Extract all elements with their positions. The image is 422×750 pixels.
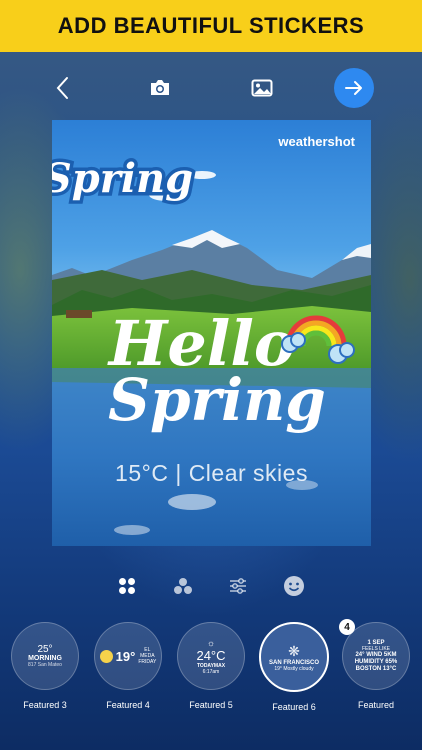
count-badge: 4 — [339, 619, 355, 635]
spring-sticker[interactable]: Spring — [52, 152, 197, 206]
gallery-button[interactable] — [240, 66, 284, 110]
sticker-time: 6:17am — [202, 668, 220, 675]
tab-shapes[interactable] — [169, 572, 197, 600]
arrow-right-icon — [345, 81, 362, 95]
weather-caption[interactable]: 15°C | Clear skies — [52, 460, 371, 487]
partly-cloudy-icon: ☼ — [206, 637, 216, 648]
sticker-featured-7[interactable]: 4 1 SEP FEELS LIKE 24° WIND 5KM HUMIDITY… — [334, 619, 418, 710]
sticker-featured-4[interactable]: 19° EL MEDA FRIDAY Featured 4 — [86, 622, 170, 710]
grid-dots-icon — [119, 578, 135, 594]
chevron-left-icon — [56, 77, 68, 99]
sliders-icon — [230, 578, 246, 594]
smiley-icon — [99, 649, 113, 663]
sticker-thumbnail: 25° MORNING 817 San Mateo — [11, 622, 79, 690]
next-button[interactable] — [334, 68, 374, 108]
tab-adjust[interactable] — [224, 572, 252, 600]
sticker-label: Featured 3 — [23, 700, 67, 710]
hello-spring-sticker[interactable]: Hello Spring — [107, 307, 355, 434]
sticker-label: Featured 5 — [189, 700, 233, 710]
sticker-featured-3[interactable]: 25° MORNING 817 San Mateo Featured 3 — [3, 622, 87, 710]
sticker-carousel[interactable]: 25° MORNING 817 San Mateo Featured 3 19°… — [0, 619, 422, 722]
sticker-label: Featured 6 — [272, 702, 316, 712]
sticker-featured-6[interactable]: ❋ SAN FRANCISCO 19° Mostly cloudy Featur… — [252, 622, 336, 712]
image-icon — [251, 79, 273, 97]
camera-button[interactable] — [138, 66, 182, 110]
sticker-thumbnail: 19° EL MEDA FRIDAY — [94, 622, 162, 690]
smiley-icon — [284, 576, 304, 596]
sticker-category-tabs — [0, 572, 422, 600]
promo-banner: ADD BEAUTIFUL STICKERS — [0, 0, 422, 52]
camera-icon — [151, 80, 169, 95]
sticker-temp: 25° — [37, 644, 53, 655]
sticker-condition: 19° Mostly cloudy — [274, 665, 314, 672]
sticker-temp: 24°C — [196, 647, 226, 663]
brand-logo: weathershot — [278, 134, 355, 149]
back-button[interactable] — [40, 66, 84, 110]
sticker-thumbnail: ☼ 24°C TODAYMAX 6:17am — [177, 622, 245, 690]
spring-sticker-text: Spring — [52, 155, 193, 202]
editor-toolbar — [0, 66, 422, 110]
sticker-temp: 19° — [115, 648, 136, 664]
sticker-details: 24° WIND 5KM HUMIDITY 65% BOSTON 13°C — [354, 651, 398, 672]
sticker-day: EL MEDA FRIDAY — [138, 647, 157, 665]
spring-text: Spring — [108, 366, 326, 434]
sticker-thumbnail: ❋ SAN FRANCISCO 19° Mostly cloudy — [259, 622, 329, 692]
sticker-location: 817 San Mateo — [28, 662, 62, 668]
photo-preview[interactable]: Spring Hello Spring weathershot 15°C | C… — [52, 120, 371, 546]
butterfly-icon: ❋ — [288, 642, 300, 659]
circles-icon — [174, 578, 192, 594]
sticker-featured-5[interactable]: ☼ 24°C TODAYMAX 6:17am Featured 5 — [169, 622, 253, 710]
tab-emoji[interactable] — [280, 572, 308, 600]
sticker-label: Featured 4 — [106, 700, 150, 710]
tab-featured[interactable] — [113, 572, 141, 600]
banner-title: ADD BEAUTIFUL STICKERS — [57, 13, 365, 38]
sticker-label: Featured — [357, 700, 395, 710]
sticker-thumbnail: 4 1 SEP FEELS LIKE 24° WIND 5KM HUMIDITY… — [339, 619, 410, 690]
sticker-time: MORNING — [28, 655, 62, 662]
